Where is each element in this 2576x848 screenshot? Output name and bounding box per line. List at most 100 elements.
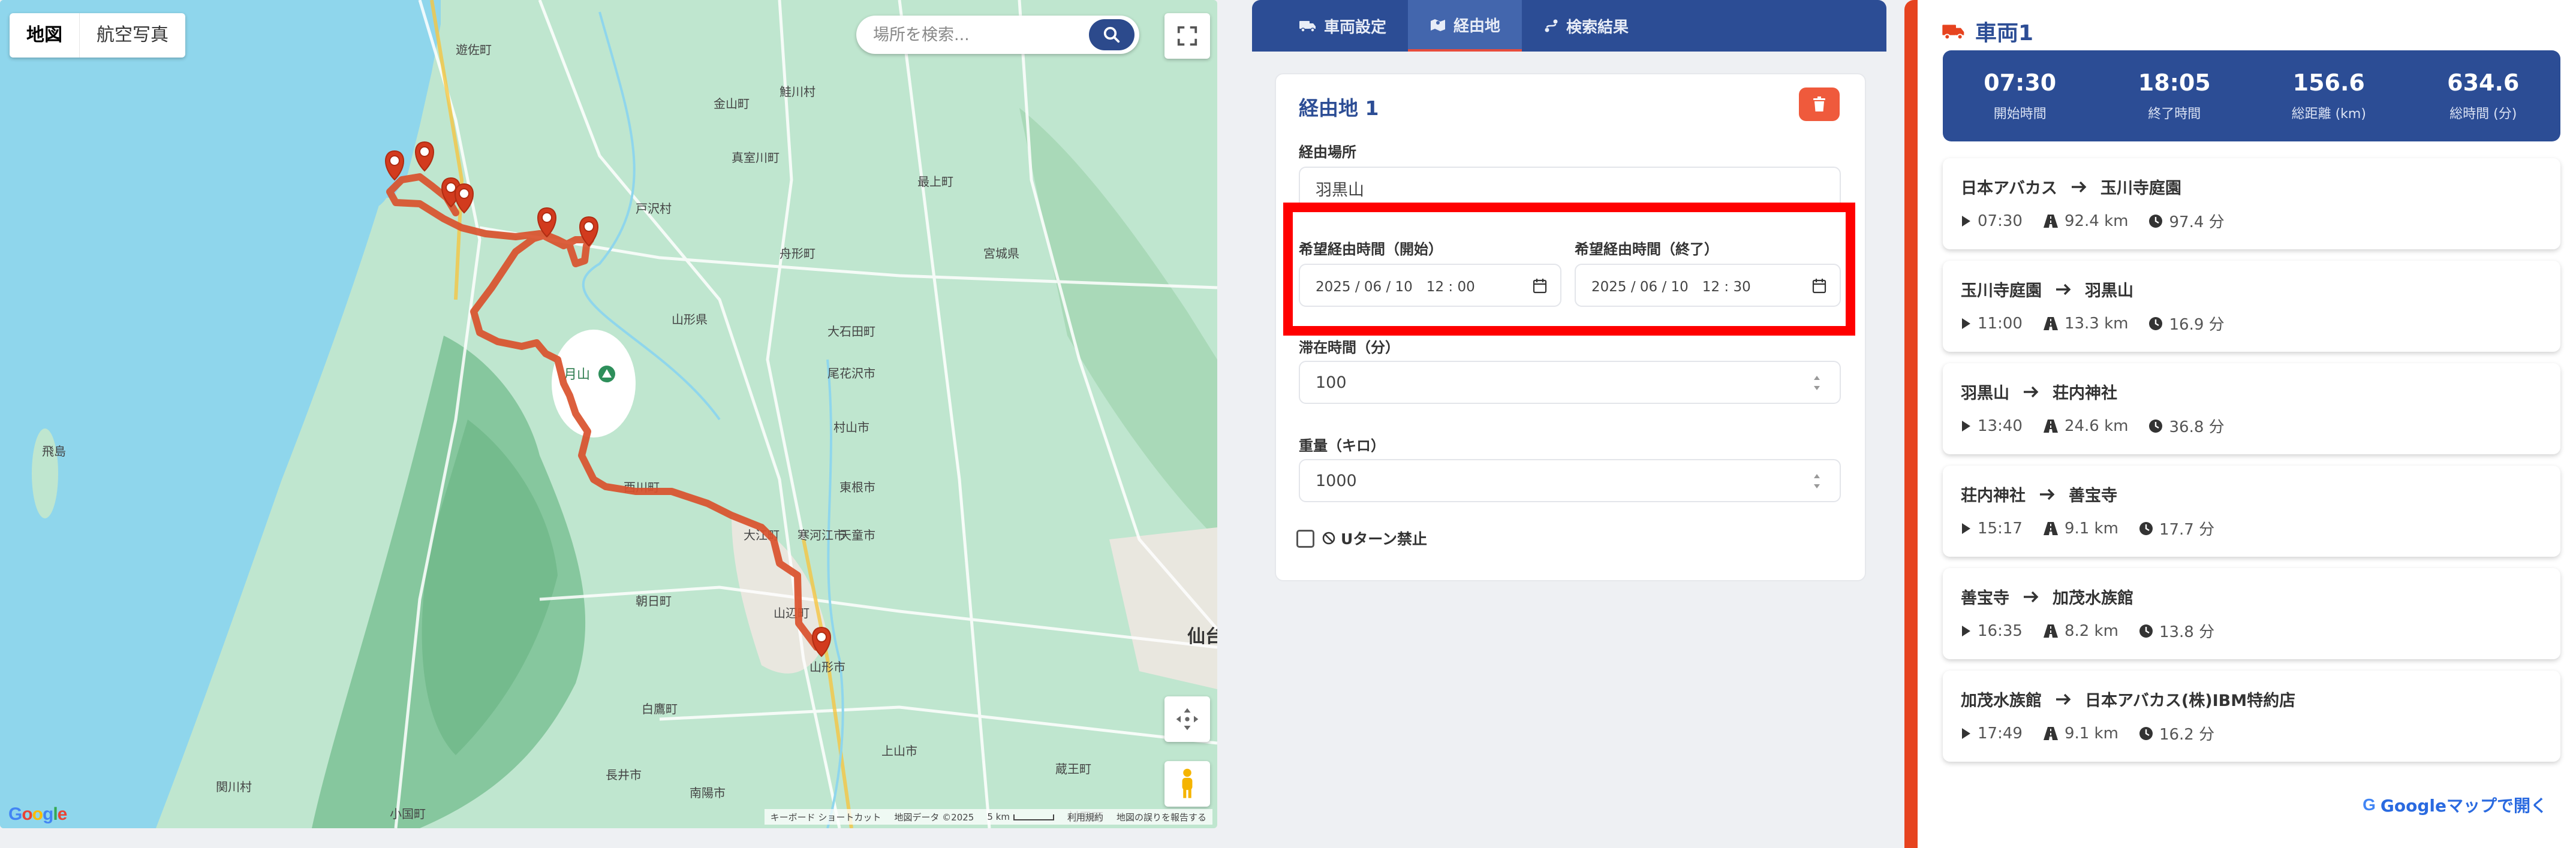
tab-waypoints[interactable]: 経由地 — [1408, 0, 1522, 52]
svg-text:尾花沢市: 尾花沢市 — [827, 366, 875, 381]
segment-route: 加茂水族館 日本アバカス(株)IBM特約店 — [1961, 687, 2295, 711]
fullscreen-button[interactable] — [1164, 13, 1210, 59]
svg-text:遊佐町: 遊佐町 — [456, 43, 492, 57]
segment-from: 日本アバカス — [1961, 179, 2057, 198]
svg-text:大石田町: 大石田町 — [827, 324, 875, 339]
delete-waypoint-button[interactable] — [1799, 87, 1840, 121]
pegman-icon — [1182, 768, 1193, 798]
summary-end-time: 18:05 終了時間 — [2138, 70, 2211, 122]
segment-from: 善宝寺 — [1961, 589, 2009, 608]
segment-to: 羽黒山 — [2085, 282, 2133, 300]
road-icon — [2043, 419, 2058, 433]
route-segment-card[interactable]: 日本アバカス 玉川寺庭園 07:30 92.4 km 97.4 分 — [1943, 158, 2560, 249]
terms-link[interactable]: 利用規約 — [1067, 811, 1103, 823]
svg-text:宮城県: 宮城県 — [983, 246, 1019, 261]
route-segment-card[interactable]: 善宝寺 加茂水族館 16:35 8.2 km 13.8 分 — [1943, 568, 2560, 659]
route-segment-card[interactable]: 羽黒山 荘内神社 13:40 24.6 km 36.8 分 — [1943, 363, 2560, 454]
stay-time-input[interactable]: 100 — [1299, 361, 1841, 404]
svg-text:舟形町: 舟形町 — [780, 246, 815, 261]
prohibited-icon — [1322, 532, 1335, 545]
uturn-checkbox[interactable] — [1296, 530, 1314, 548]
summary-start-time: 07:30 開始時間 — [1984, 70, 2057, 122]
segment-meta: 15:17 9.1 km 17.7 分 — [1961, 517, 2214, 539]
segment-distance: 8.2 km — [2043, 620, 2118, 642]
segment-duration: 17.7 分 — [2139, 517, 2214, 539]
scale-indicator: 5 km — [987, 811, 1054, 822]
svg-text:白鷹町: 白鷹町 — [642, 702, 678, 716]
map-search-button[interactable] — [1089, 19, 1134, 50]
street-view-pegman[interactable] — [1164, 761, 1210, 807]
clock-icon — [2149, 214, 2163, 228]
play-icon — [1962, 728, 1970, 739]
svg-text:蔵王町: 蔵王町 — [1055, 762, 1091, 776]
keyboard-shortcuts-link[interactable]: キーボード ショートカット — [771, 811, 881, 823]
tab-vehicle-settings[interactable]: 車両設定 — [1277, 0, 1408, 52]
svg-text:山辺町: 山辺町 — [774, 606, 809, 620]
map-canvas[interactable]: 遊佐町金山町真室川町 最上町宮城県舟形町 戸沢村鮭川村山形県 大石田町西川町寒河… — [0, 0, 1217, 828]
arrow-right-icon — [2024, 386, 2039, 397]
stepper-icon[interactable] — [1812, 471, 1822, 491]
segment-route: 善宝寺 加茂水族館 — [1961, 585, 2133, 608]
svg-text:上山市: 上山市 — [881, 744, 917, 758]
svg-text:真室川町: 真室川町 — [732, 150, 780, 165]
segment-duration: 97.4 分 — [2148, 210, 2225, 232]
camera-control-button[interactable] — [1164, 696, 1210, 742]
camera-control-icon — [1176, 708, 1199, 731]
segment-meta: 11:00 13.3 km 16.9 分 — [1961, 312, 2225, 334]
stepper-icon[interactable] — [1812, 373, 1822, 393]
svg-text:村山市: 村山市 — [833, 420, 869, 434]
svg-text:南陽市: 南陽市 — [690, 786, 726, 800]
uturn-label[interactable]: Uターン禁止 — [1322, 527, 1427, 549]
arrow-right-icon — [2056, 693, 2071, 705]
weight-input[interactable]: 1000 — [1299, 459, 1841, 502]
play-icon — [1962, 523, 1970, 534]
map-type-satellite-button[interactable]: 航空写真 — [80, 13, 185, 58]
clock-icon — [2139, 521, 2153, 535]
road-icon — [2043, 726, 2058, 740]
svg-text:飛島: 飛島 — [42, 444, 66, 458]
app-root: 遊佐町 金山町 真室川町 最上町 宮城県 舟形町 戸沢村 鮭川村 山形県 大石田町 西川町 寒河… — [0, 0, 2576, 848]
segment-duration: 16.9 分 — [2148, 312, 2225, 334]
segment-to: 玉川寺庭園 — [2100, 179, 2181, 198]
clock-icon — [2139, 726, 2153, 740]
open-google-maps-link[interactable]: G Googleマップで開く — [2363, 793, 2547, 817]
clock-icon — [2139, 624, 2153, 638]
map-type-map-button[interactable]: 地図 — [10, 13, 80, 58]
map-view[interactable]: 遊佐町 金山町 真室川町 最上町 宮城県 舟形町 戸沢村 鮭川村 山形県 大石田町 西川町 寒河… — [0, 0, 1217, 828]
segment-duration: 16.2 分 — [2139, 722, 2214, 744]
map-type-control: 地図 航空写真 — [10, 13, 185, 58]
segment-from: 羽黒山 — [1961, 384, 2009, 403]
arrow-right-icon — [2040, 488, 2055, 500]
svg-text:朝日町: 朝日町 — [636, 594, 672, 608]
waypoint-title: 経由地 1 — [1299, 96, 1379, 120]
settings-panel: 車両設定 経由地 検索結果 経由地 1 経由場所 羽黒山 希望経由時間（開始） … — [1252, 0, 1886, 828]
svg-text:東根市: 東根市 — [839, 480, 875, 494]
svg-text:鮭川村: 鮭川村 — [780, 85, 815, 99]
play-icon — [1962, 625, 1970, 636]
place-label: 経由場所 — [1299, 144, 1356, 161]
play-icon — [1962, 318, 1970, 329]
segment-duration: 13.8 分 — [2139, 620, 2214, 642]
google-g-icon: G — [2363, 795, 2376, 814]
truck-icon — [1299, 21, 1316, 32]
tab-search-results[interactable]: 検索結果 — [1522, 0, 1650, 52]
route-segment-card[interactable]: 加茂水族館 日本アバカス(株)IBM特約店 17:49 9.1 km 16.2 分 — [1943, 671, 2560, 762]
segment-duration: 36.8 分 — [2148, 415, 2225, 437]
route-segment-card[interactable]: 玉川寺庭園 羽黒山 11:00 13.3 km 16.9 分 — [1943, 261, 2560, 352]
vehicle-title: 車両1 — [1942, 16, 2033, 47]
segment-to: 日本アバカス(株)IBM特約店 — [2085, 692, 2296, 710]
route-segment-card[interactable]: 荘内神社 善宝寺 15:17 9.1 km 17.7 分 — [1943, 466, 2560, 557]
arrow-right-icon — [2071, 181, 2087, 192]
segment-start-time: 16:35 — [1961, 620, 2023, 642]
arrow-right-icon — [2024, 591, 2039, 602]
tab-bar: 車両設定 経由地 検索結果 — [1252, 0, 1886, 52]
svg-text:戸沢村: 戸沢村 — [636, 201, 672, 216]
segment-from: 加茂水族館 — [1961, 692, 2042, 710]
report-error-link[interactable]: 地図の誤りを報告する — [1117, 811, 1206, 823]
svg-text:金山町: 金山町 — [714, 96, 750, 111]
summary-total-time: 634.6 総時間 (分) — [2447, 70, 2520, 122]
map-search-input[interactable] — [856, 25, 1084, 44]
map-search-box — [856, 16, 1139, 54]
road-icon — [2043, 521, 2058, 535]
segment-meta: 17:49 9.1 km 16.2 分 — [1961, 722, 2214, 744]
